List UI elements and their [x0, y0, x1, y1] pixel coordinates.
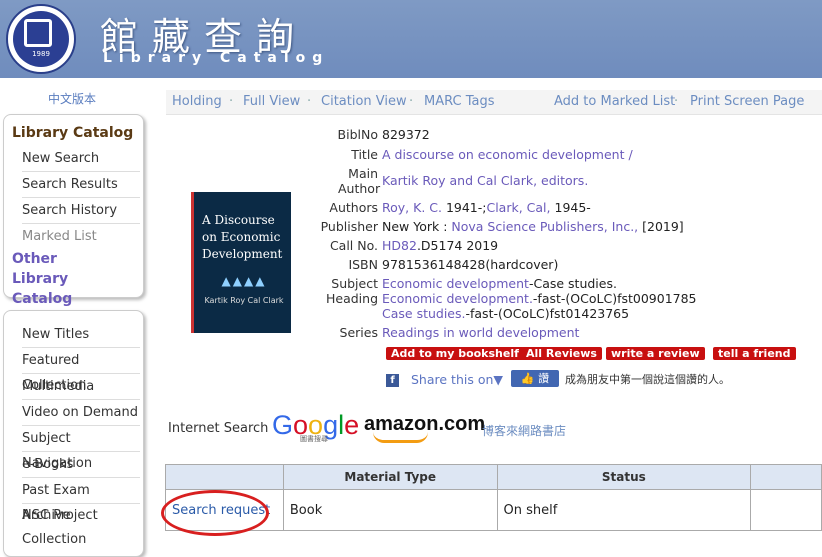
field-label-isbn: ISBN [348, 257, 378, 272]
highlight-circle [161, 490, 269, 536]
nav-separator: · [674, 94, 679, 109]
field-label-main-author: Main Author [268, 166, 381, 196]
field-authors: Roy, K. C. 1941-;Clark, Cal, 1945- [382, 200, 591, 215]
author-link-roy[interactable]: Roy, K. C. [382, 200, 442, 215]
field-label-title: Title [351, 147, 378, 162]
sidebar-item-vod[interactable]: Video on Demand [22, 400, 140, 426]
sidebar-item-new-search[interactable]: New Search [22, 146, 140, 172]
like-label: 讚 [538, 372, 550, 385]
nav-separator: · [409, 94, 414, 109]
sidebar-item-ebooks[interactable]: e-Books [22, 452, 140, 478]
google-books-subtitle: 圖書搜尋 [300, 435, 328, 443]
page-subtitle: Library Catalog [103, 50, 330, 66]
table-header-blank [165, 464, 284, 490]
field-isbn: 9781536148428(hardcover) [382, 257, 559, 272]
callno-link[interactable]: HD82 [382, 238, 417, 253]
internet-search-label: Internet Search [168, 421, 269, 436]
subject-link-3[interactable]: Case studies. [382, 306, 465, 321]
sidebar-item-nsc[interactable]: NSC Project Collection [22, 504, 102, 547]
field-label-authors: Authors [329, 200, 378, 215]
google-logo-g: G [272, 410, 294, 440]
sidebar-item-featured[interactable]: Featured Collection [22, 348, 140, 393]
material-type-cell: Book [282, 489, 498, 531]
logo-year: 1989 [32, 50, 50, 58]
subject-link-2[interactable]: Economic development. [382, 291, 533, 306]
nav-citation-view[interactable]: Citation View [321, 94, 407, 109]
subject-label-text: Subject Heading [325, 276, 378, 306]
table-header-status: Status [496, 464, 752, 490]
facebook-icon[interactable]: f [386, 374, 399, 387]
nav-marc-tags[interactable]: MARC Tags [424, 94, 494, 109]
sidebar-other-catalog[interactable]: Other Library Catalog [12, 249, 112, 309]
thumbs-up-icon: 👍 [520, 372, 535, 385]
table-header-material-type: Material Type [282, 464, 498, 490]
all-reviews-button[interactable]: All Reviews [521, 347, 602, 360]
record-nav-bar: Holding · Full View · Citation View · MA… [166, 90, 822, 115]
field-subject-1: Economic development-Case studies. [382, 276, 617, 291]
extra-cell [750, 489, 822, 531]
field-label-callno: Call No. [329, 238, 378, 253]
logo-emblem [24, 19, 52, 47]
amazon-smile-icon [373, 432, 428, 443]
sidebar-item-marked-list: Marked List [22, 229, 97, 244]
main-author-label-text: Main Author [338, 166, 381, 196]
nav-print[interactable]: Print Screen Page [690, 94, 804, 109]
author-dates-clark: 1945- [550, 200, 591, 215]
publisher-place: New York : [382, 219, 452, 234]
subject-link-1[interactable]: Economic development [382, 276, 529, 291]
add-bookshelf-button[interactable]: Add to my bookshelf [386, 347, 524, 360]
table-header-row: Material Type Status [165, 464, 822, 490]
university-logo[interactable]: 1989 [6, 4, 76, 74]
sidebar-item-multimedia[interactable]: Multimedia [22, 374, 140, 400]
language-switch-link[interactable]: 中文版本 [48, 90, 96, 107]
google-logo-e: e [344, 410, 360, 440]
nav-separator: · [307, 94, 312, 109]
field-subject-3: Case studies.-fast-(OCoLC)fst01423765 [382, 306, 629, 321]
sidebar-item-new-titles[interactable]: New Titles [22, 322, 140, 348]
sidebar-item-subject-nav[interactable]: Subject Navigation [22, 426, 140, 471]
field-label-subject: Subject Heading [268, 276, 378, 306]
field-publisher: New York : Nova Science Publishers, Inc.… [382, 219, 684, 234]
author-dates-roy: 1941-; [441, 200, 487, 215]
field-main-author[interactable]: Kartik Roy and Cal Clark, editors. [382, 173, 588, 188]
sidebar-item-search-history[interactable]: Search History [22, 198, 140, 224]
like-button[interactable]: 👍 讚 [511, 370, 559, 387]
callno-rest: .D5174 2019 [416, 238, 499, 253]
field-title[interactable]: A discourse on economic development / [382, 147, 633, 162]
share-link[interactable]: Share this on▼ [411, 372, 503, 387]
subject-rest-1: -Case studies. [528, 276, 617, 291]
status-cell: On shelf [496, 489, 752, 531]
field-subject-2: Economic development.-fast-(OCoLC)fst009… [382, 291, 697, 306]
tell-friend-button[interactable]: tell a friend [713, 347, 796, 360]
subject-rest-3: -fast-(OCoLC)fst01423765 [465, 306, 630, 321]
sidebar-panel-catalog: Library Catalog New Search Search Result… [3, 114, 144, 307]
table-header-extra [750, 464, 822, 490]
nav-holding[interactable]: Holding [172, 94, 222, 109]
field-label-series: Series [339, 325, 378, 340]
sidebar-item-search-results[interactable]: Search Results [22, 172, 140, 198]
like-caption: 成為朋友中第一個說這個讚的人。 [565, 373, 730, 386]
field-series[interactable]: Readings in world development [382, 325, 579, 340]
sidebar-heading: Library Catalog [12, 125, 134, 141]
subject-rest-2: -fast-(OCoLC)fst00901785 [532, 291, 697, 306]
field-label-publisher: Publisher [320, 219, 378, 234]
field-biblno: 829372 [382, 127, 430, 142]
nav-full-view[interactable]: Full View [243, 94, 300, 109]
field-label-biblno: BiblNo [337, 127, 378, 142]
author-link-clark[interactable]: Clark, Cal, [486, 200, 550, 215]
write-review-button[interactable]: write a review [606, 347, 705, 360]
nav-add-marked[interactable]: Add to Marked List [554, 94, 675, 109]
site-header: 1989 館藏查詢 Library Catalog [0, 0, 822, 78]
publisher-link[interactable]: Nova Science Publishers, Inc., [451, 219, 638, 234]
nav-separator: · [229, 94, 234, 109]
publisher-year: [2019] [638, 219, 684, 234]
field-callno: HD82.D5174 2019 [382, 238, 498, 253]
books-com-tw-link[interactable]: 博客來網路書店 [482, 422, 566, 439]
sidebar-panel-services: New Titles Featured Collection Multimedi… [3, 310, 144, 557]
sidebar-item-past-exam[interactable]: Past Exam Archive [22, 478, 140, 523]
